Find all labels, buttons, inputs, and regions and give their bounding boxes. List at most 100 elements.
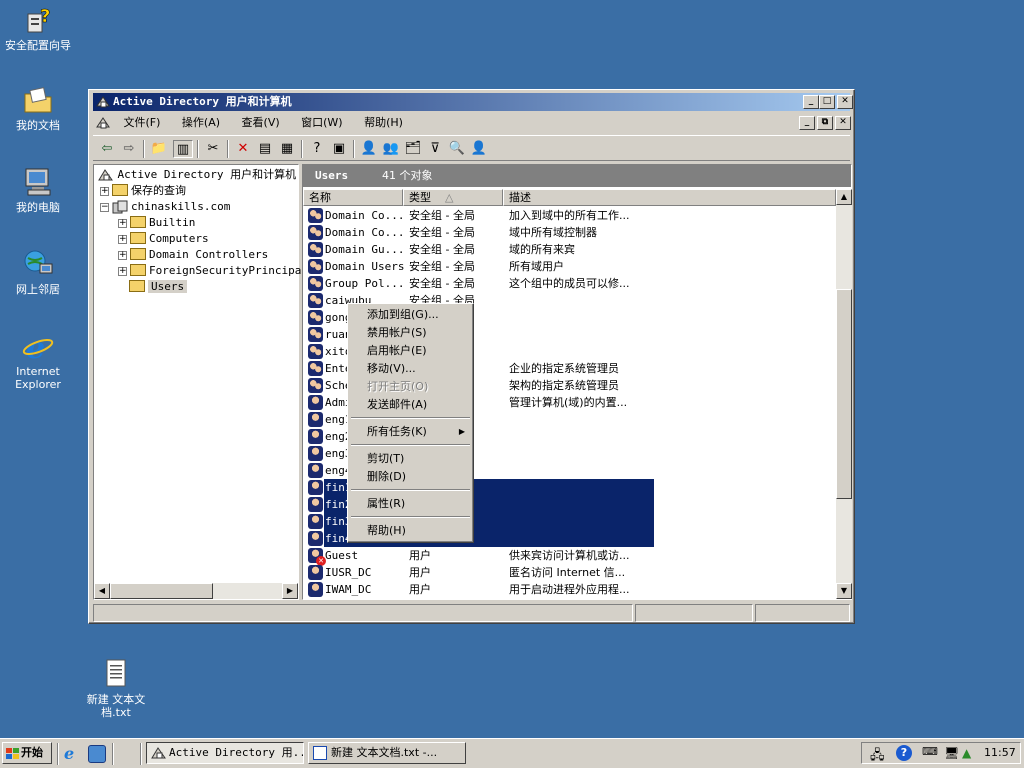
- expand-icon[interactable]: +: [118, 218, 127, 228]
- cell-type: 安全组 - 全局: [409, 260, 475, 273]
- menu-item-move[interactable]: 移动(V)...: [350, 360, 471, 378]
- tree-item-saved-queries[interactable]: + 保存的查询: [100, 183, 186, 199]
- column-header-name[interactable]: 名称: [303, 189, 403, 206]
- list-item[interactable]: IWAM_DC 用户 用于启动进程外应用程...: [303, 581, 836, 598]
- quicklaunch-ie-icon[interactable]: e: [64, 745, 82, 763]
- task-aduc[interactable]: Active Directory 用...: [146, 742, 304, 764]
- scroll-thumb[interactable]: [110, 583, 213, 599]
- list-item[interactable]: Group Pol... 安全组 - 全局 这个组中的成员可以修...: [303, 275, 836, 292]
- menu-file[interactable]: 文件(F): [117, 113, 168, 133]
- filter-icon[interactable]: ⊽: [425, 140, 445, 158]
- new-group-icon[interactable]: 👥: [381, 140, 401, 158]
- scroll-thumb[interactable]: [836, 289, 852, 499]
- mdi-minimize-button[interactable]: _: [799, 116, 815, 130]
- network-tray-icon[interactable]: 🖧: [870, 746, 885, 768]
- list-item[interactable]: IUSR_DC 用户 匿名访问 Internet 信...: [303, 564, 836, 581]
- expand-icon[interactable]: +: [118, 266, 127, 276]
- cut-icon[interactable]: ✂: [203, 140, 223, 158]
- details-vscroll[interactable]: ▲ ▼: [836, 189, 852, 599]
- window-titlebar[interactable]: Active Directory 用户和计算机 _ □ ✕: [93, 93, 853, 111]
- tree-root[interactable]: Active Directory 用户和计算机: [98, 167, 296, 183]
- menu-item-help[interactable]: 帮助(H): [350, 522, 471, 540]
- mdi-restore-button[interactable]: ⧉: [817, 116, 833, 130]
- list-item[interactable]: Domain Co... 安全组 - 全局 加入到域中的所有工作...: [303, 207, 836, 224]
- group-icon: [308, 225, 323, 240]
- collapse-icon[interactable]: −: [100, 202, 109, 212]
- menu-action[interactable]: 操作(A): [175, 113, 227, 133]
- menu-item-add-to-group[interactable]: 添加到组(G)...: [350, 306, 471, 324]
- back-icon[interactable]: ⇦: [97, 140, 117, 158]
- task-notepad[interactable]: 新建 文本文档.txt -...: [308, 742, 466, 764]
- menu-item-enable-account[interactable]: 启用帐户(E): [350, 342, 471, 360]
- tree-item-builtin[interactable]: + Builtin: [118, 215, 195, 231]
- cell-type: 安全组 - 全局: [409, 226, 475, 239]
- help-icon[interactable]: ?: [307, 140, 327, 158]
- find-icon[interactable]: 🔍: [447, 140, 467, 158]
- menu-item-send-mail[interactable]: 发送邮件(A): [350, 396, 471, 414]
- group-icon: [308, 327, 323, 342]
- up-folder-icon[interactable]: 📁: [149, 140, 169, 158]
- export-list-icon[interactable]: ▦: [277, 140, 297, 158]
- scroll-down-button[interactable]: ▼: [836, 583, 852, 599]
- expand-icon[interactable]: +: [118, 234, 127, 244]
- tree-item-users[interactable]: Users: [129, 279, 188, 295]
- show-hide-tree-icon[interactable]: ▥: [173, 140, 193, 158]
- desktop-icon-network-places[interactable]: 网上邻居: [0, 248, 78, 296]
- update-tray-icon[interactable]: ▲: [962, 746, 971, 760]
- menu-item-properties[interactable]: 属性(R): [350, 495, 471, 513]
- add-to-group-icon[interactable]: 👤: [469, 140, 489, 158]
- cell-name: Group Pol...: [325, 277, 405, 290]
- properties-icon[interactable]: ▤: [255, 140, 275, 158]
- list-item[interactable]: Domain Gu... 安全组 - 全局 域的所有来宾: [303, 241, 836, 258]
- tree-hscroll[interactable]: ◀ ▶: [94, 583, 298, 599]
- menu-window[interactable]: 窗口(W): [294, 113, 349, 133]
- submenu-arrow-icon: ▶: [458, 427, 465, 436]
- app-icon: [96, 95, 110, 109]
- desktop-icon-internet-explorer[interactable]: e Internet Explorer: [0, 330, 78, 391]
- column-header-type[interactable]: 类型 △: [403, 189, 503, 206]
- menu-help[interactable]: 帮助(H): [357, 113, 410, 133]
- desktop-icon-text-file[interactable]: 新建 文本文档.txt: [76, 658, 156, 719]
- desktop-icon-label: 我的电脑: [16, 201, 60, 214]
- tree-item-domain[interactable]: − chinaskills.com: [100, 199, 230, 215]
- menu-item-delete[interactable]: 删除(D): [350, 468, 471, 486]
- maximize-button[interactable]: □: [819, 95, 835, 109]
- close-button[interactable]: ✕: [837, 95, 853, 109]
- my-documents-icon: [22, 84, 54, 116]
- expand-icon[interactable]: +: [118, 250, 127, 260]
- new-ou-icon[interactable]: 🗂: [403, 140, 423, 158]
- tree-item-computers[interactable]: + Computers: [118, 231, 209, 247]
- list-item[interactable]: Domain Users 安全组 - 全局 所有域用户: [303, 258, 836, 275]
- start-button[interactable]: 开始: [2, 742, 52, 764]
- list-item[interactable]: ✕ Guest 用户 供来宾访问计算机或访...: [303, 547, 836, 566]
- minimize-button[interactable]: _: [803, 95, 819, 109]
- column-header-description[interactable]: 描述: [503, 189, 836, 206]
- quicklaunch-desktop-icon[interactable]: [88, 745, 106, 763]
- pane-title: Users: [315, 169, 349, 182]
- desktop-icon-my-computer[interactable]: 我的电脑: [0, 166, 78, 214]
- tree-item-foreign-security[interactable]: + ForeignSecurityPrincipa: [118, 263, 301, 279]
- console-icon[interactable]: ▣: [329, 140, 349, 158]
- mdi-icon[interactable]: [95, 115, 113, 131]
- folder-icon: [130, 264, 146, 276]
- menu-item-cut[interactable]: 剪切(T): [350, 450, 471, 468]
- tree-item-domain-controllers[interactable]: + Domain Controllers: [118, 247, 268, 263]
- menu-item-disable-account[interactable]: 禁用帐户(S): [350, 324, 471, 342]
- mdi-close-button[interactable]: ✕: [835, 116, 851, 130]
- cell-name: Domain Users: [325, 260, 405, 273]
- desktop-icon-my-documents[interactable]: 我的文档: [0, 84, 78, 132]
- forward-icon[interactable]: ⇨: [119, 140, 139, 158]
- list-item[interactable]: Domain Co... 安全组 - 全局 域中所有域控制器: [303, 224, 836, 241]
- menu-item-all-tasks[interactable]: 所有任务(K) ▶: [350, 423, 471, 441]
- scroll-up-button[interactable]: ▲: [836, 189, 852, 205]
- new-user-icon[interactable]: 👤: [359, 140, 379, 158]
- sort-ascending-icon: △: [445, 191, 454, 204]
- menu-view[interactable]: 查看(V): [235, 113, 287, 133]
- delete-icon[interactable]: ✕: [233, 140, 253, 158]
- menu-separator: [351, 516, 470, 518]
- keyboard-tray-icon[interactable]: ⌨: [922, 745, 938, 758]
- desktop-icon-security-wizard[interactable]: ? 安全配置向导: [0, 4, 78, 52]
- expand-icon[interactable]: +: [100, 186, 109, 196]
- help-tray-icon[interactable]: ?: [896, 745, 912, 761]
- computer-tray-icon[interactable]: 🖥: [944, 746, 959, 760]
